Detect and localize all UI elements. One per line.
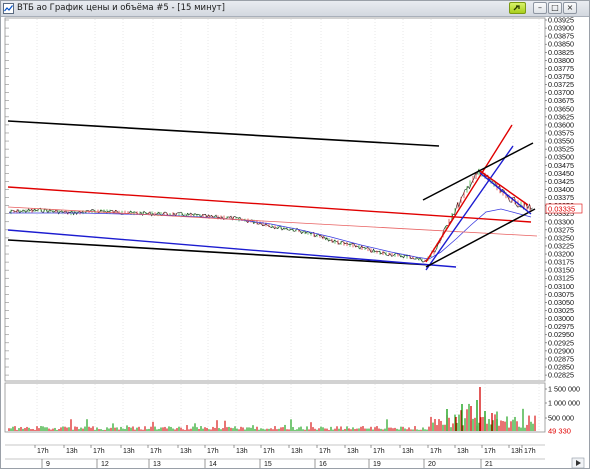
volume-tick-label: 1 500 000 [548,385,580,394]
time-hour-label: 13h [347,448,359,455]
time-day-label: 16 [319,461,327,468]
time-hour-label: 13h [402,448,414,455]
price-tick-label: 0.02825 [548,371,574,380]
current-price-marker: 0.03335 [545,203,583,214]
price-axis[interactable]: 0.039250.039000.038750.038500.038250.038… [545,17,574,380]
time-hour-label: 13h [457,448,469,455]
time-hour-label: 17h [319,448,331,455]
title-bar[interactable]: ВТБ ао График цены и объёма #5 - [15 мин… [1,1,589,17]
time-hour-label: 13h [180,448,192,455]
volume-tick-label: 500 000 [548,414,574,423]
time-day-label: 15 [264,461,272,468]
time-day-label: 21 [485,461,493,468]
time-day-label: 20 [428,461,436,468]
link-icon[interactable] [509,2,526,14]
time-hour-label: 17h [373,448,385,455]
time-hour-label: 13h [236,448,248,455]
maximize-button[interactable]: □ [548,2,562,14]
time-hour-label: 13h [291,448,303,455]
time-hour-label: 17h [430,448,442,455]
time-day-label: 19 [373,461,381,468]
scroll-right-button[interactable] [571,457,585,468]
close-button[interactable]: × [563,2,577,14]
price-pane[interactable] [4,17,546,382]
time-hour-label: 13h [66,448,78,455]
current-price-label: 0.03335 [548,205,575,214]
time-day-label: 9 [46,461,50,468]
time-hour-label: 17h [263,448,275,455]
time-hour-label: 17h [150,448,162,455]
chart-window: ВТБ ао График цены и объёма #5 - [15 мин… [0,0,590,469]
current-volume-marker: 49 330 [546,427,574,436]
time-hour-label: 17h [37,448,49,455]
chart-window-icon [3,3,14,14]
time-hour-label: 17h [93,448,105,455]
price-volume-chart[interactable]: 0.039250.039000.038750.038500.038250.038… [1,17,589,469]
time-day-label: 14 [209,461,217,468]
time-hour-label: 13h [511,448,523,455]
volume-pane[interactable] [4,382,546,433]
time-day-label: 12 [101,461,109,468]
time-hour-label: 17h [524,448,536,455]
window-title: ВТБ ао График цены и объёма #5 - [15 мин… [17,3,225,13]
time-hour-label: 17h [484,448,496,455]
time-hour-label: 13h [123,448,135,455]
time-day-label: 13 [153,461,161,468]
minimize-button[interactable]: – [533,2,547,14]
time-hour-label: 17h [207,448,219,455]
current-volume-label: 49 330 [548,427,571,436]
volume-tick-label: 1 000 000 [548,399,580,408]
